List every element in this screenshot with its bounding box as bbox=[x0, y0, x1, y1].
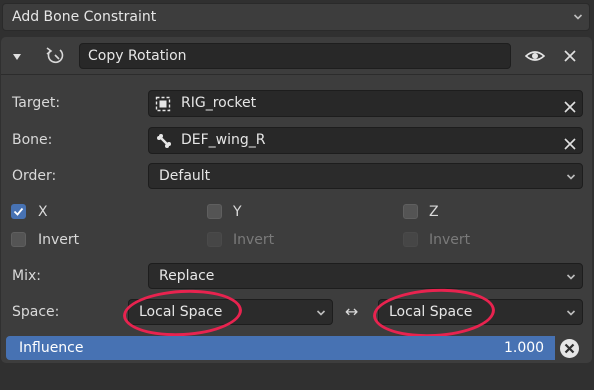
constraint-name-text: Copy Rotation bbox=[88, 48, 187, 64]
bone-value: DEF_wing_R bbox=[181, 132, 266, 148]
add-bone-constraint-dropdown[interactable]: Add Bone Constraint bbox=[2, 3, 590, 31]
constraint-name-field[interactable]: Copy Rotation bbox=[79, 43, 511, 69]
checkmark-icon bbox=[13, 207, 24, 216]
target-label: Target: bbox=[12, 95, 61, 111]
bone-icon bbox=[156, 133, 172, 157]
influence-value: 1.000 bbox=[504, 340, 545, 356]
clear-influence-icon[interactable] bbox=[559, 338, 580, 363]
object-icon bbox=[155, 96, 171, 120]
influence-label: Influence bbox=[19, 340, 84, 356]
space-label: Space: bbox=[12, 304, 60, 320]
target-field[interactable]: RIG_rocket bbox=[148, 90, 583, 117]
axis-z-label: Z bbox=[429, 204, 439, 220]
invert-z-checkbox[interactable] bbox=[403, 232, 418, 247]
mix-dropdown[interactable]: Replace bbox=[148, 263, 583, 289]
double-arrow-icon: ↔ bbox=[345, 302, 359, 321]
order-dropdown[interactable]: Default bbox=[148, 163, 583, 189]
chevron-down-icon bbox=[566, 172, 576, 182]
chevron-down-icon bbox=[566, 308, 576, 318]
close-icon[interactable] bbox=[563, 49, 577, 67]
copy-rotation-icon bbox=[44, 45, 66, 71]
invert-y-checkbox[interactable] bbox=[207, 232, 222, 247]
mix-label: Mix: bbox=[12, 268, 41, 284]
axis-y-checkbox[interactable] bbox=[207, 204, 222, 219]
clear-icon[interactable] bbox=[564, 97, 576, 121]
axis-x-label: X bbox=[38, 204, 48, 220]
add-bone-constraint-label: Add Bone Constraint bbox=[12, 9, 157, 25]
bone-field[interactable]: DEF_wing_R bbox=[148, 127, 583, 154]
chevron-down-icon bbox=[316, 308, 326, 318]
invert-x-checkbox[interactable] bbox=[11, 232, 26, 247]
invert-x-label: Invert bbox=[38, 232, 80, 248]
axis-y-label: Y bbox=[233, 204, 242, 220]
invert-y-label: Invert bbox=[233, 232, 275, 248]
order-label: Order: bbox=[12, 168, 57, 184]
target-value: RIG_rocket bbox=[181, 95, 257, 111]
chevron-down-icon bbox=[573, 12, 583, 22]
order-value: Default bbox=[159, 168, 211, 184]
axis-x-checkbox[interactable] bbox=[11, 204, 26, 219]
invert-z-label: Invert bbox=[429, 232, 471, 248]
collapse-triangle-icon[interactable] bbox=[12, 50, 22, 66]
clear-icon[interactable] bbox=[564, 134, 576, 158]
chevron-down-icon bbox=[566, 272, 576, 282]
eye-icon[interactable] bbox=[524, 47, 546, 69]
influence-fill bbox=[6, 336, 555, 360]
bone-label: Bone: bbox=[12, 132, 53, 148]
axis-z-checkbox[interactable] bbox=[403, 204, 418, 219]
mix-value: Replace bbox=[159, 268, 215, 284]
